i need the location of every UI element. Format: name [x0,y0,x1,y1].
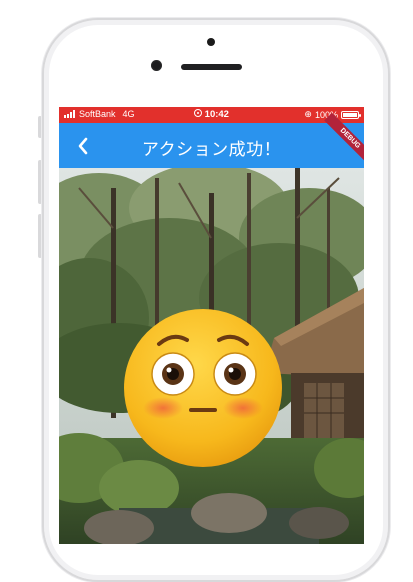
alarm-icon [194,109,203,117]
phone-screen: SoftBank 4G 10:42 ⊕ 100% アクション成功！ DEBUG [59,107,364,544]
front-camera [207,38,215,46]
battery-icon [341,110,361,119]
app-bar: アクション成功！ DEBUG [59,112,364,168]
flushed-face-emoji [124,309,282,467]
status-time: 10:42 [204,109,229,120]
proximity-sensor [151,60,162,71]
rotation-lock-icon: ⊕ [304,109,312,119]
status-bar: SoftBank 4G 10:42 ⊕ 100% [59,107,364,123]
earpiece-speaker [181,64,242,70]
page-title: アクション成功！ [141,140,282,160]
